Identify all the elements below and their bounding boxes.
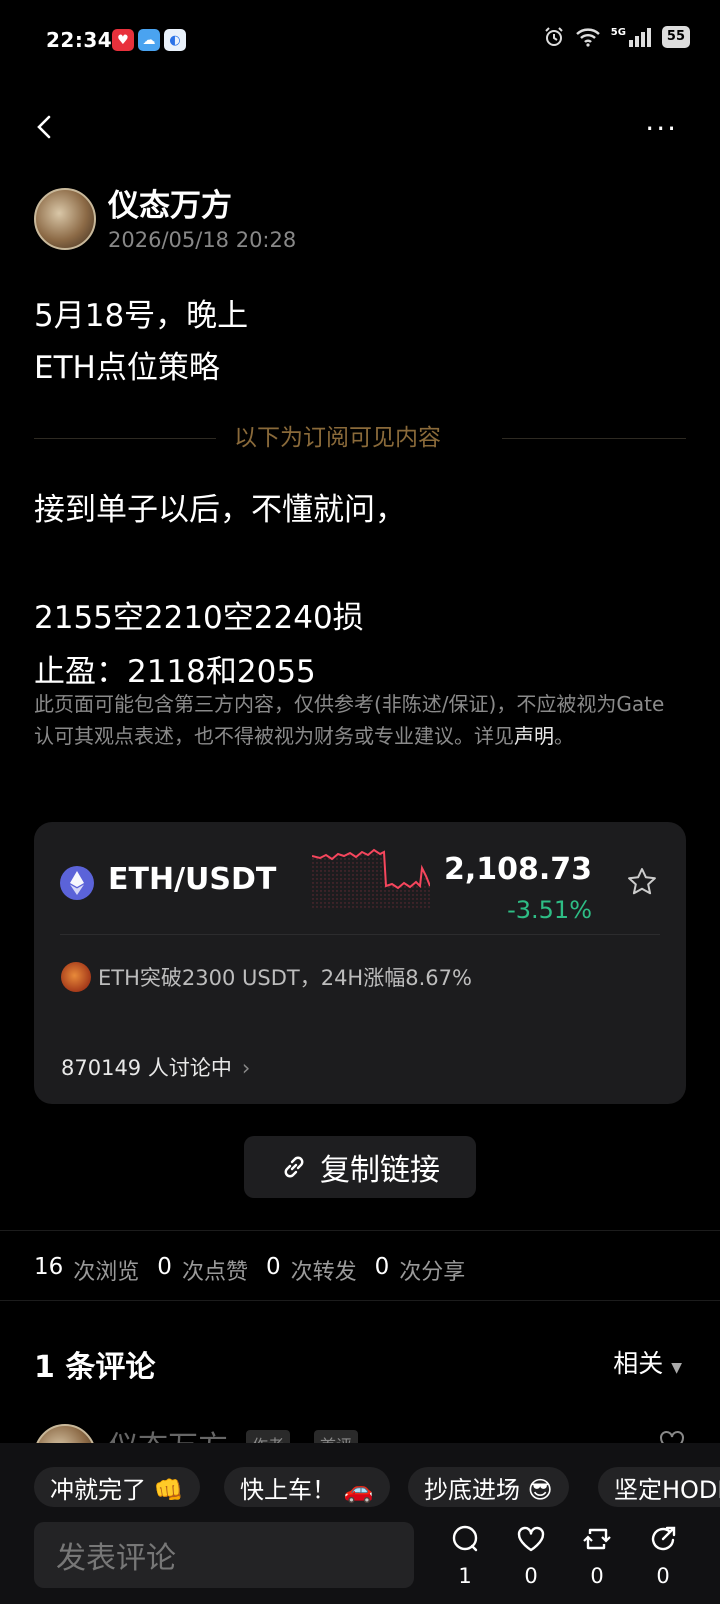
quick-reply-4[interactable]: 坚定HODL — [598, 1467, 720, 1507]
divider-left — [34, 438, 216, 439]
trading-pair: ETH/USDT — [108, 862, 277, 897]
repost-action-count: 0 — [590, 1564, 604, 1588]
star-icon[interactable] — [626, 866, 658, 898]
battery-indicator: 55 — [661, 26, 690, 48]
post-line-1: 5月18号，晚上 — [34, 298, 249, 334]
heart-icon — [517, 1526, 545, 1552]
disclaimer: 此页面可能包含第三方内容，仅供参考(非陈述/保证)，不应被视为Gate认可其观点… — [34, 688, 674, 752]
shares-count: 0 — [374, 1254, 390, 1280]
link-icon — [284, 1156, 304, 1178]
post-line-2: ETH点位策略 — [34, 350, 220, 386]
post-body-line-1: 接到单子以后，不懂就问， — [34, 492, 406, 528]
browser-notification-icon: ◐ — [164, 29, 186, 51]
author-name[interactable]: 仪态万方 — [108, 180, 232, 225]
comments-title: 1 条评论 — [34, 1350, 156, 1385]
disclaimer-link[interactable]: 声明 — [514, 724, 554, 748]
signal-icon — [628, 28, 651, 47]
like-action[interactable]: 0 — [506, 1524, 556, 1588]
comment-input[interactable]: 发表评论 — [34, 1522, 414, 1588]
comment-action[interactable]: 1 — [440, 1524, 490, 1588]
post-body-line-2: 2155空2210空2240损 — [34, 600, 364, 636]
network-type: 5G — [610, 26, 626, 38]
card-divider — [60, 934, 660, 935]
post-timestamp: 2026/05/18 20:28 — [108, 228, 297, 252]
share-action-count: 0 — [656, 1564, 670, 1588]
news-headline[interactable]: ETH突破2300 USDT，24H涨幅8.67% — [98, 962, 472, 992]
share-action[interactable]: 0 — [638, 1524, 688, 1588]
divider-right — [502, 438, 686, 439]
wifi-icon — [575, 28, 600, 47]
like-action-count: 0 — [524, 1564, 538, 1588]
chevron-right-icon: › — [241, 1056, 251, 1080]
quick-reply-2[interactable]: 快上车！ 🚗 — [224, 1467, 390, 1507]
price-sparkline — [312, 848, 430, 910]
repost-icon — [583, 1528, 611, 1550]
reposts-count: 0 — [265, 1254, 281, 1280]
last-price: 2,108.73 — [443, 852, 592, 887]
shares-label: 次分享 — [399, 1260, 466, 1285]
caret-down-icon: ▼ — [671, 1360, 682, 1376]
stats-divider-top — [0, 1230, 720, 1231]
status-time: 22:34 — [46, 28, 113, 52]
subscription-label: 以下为订阅可见内容 — [234, 425, 441, 451]
copy-link-button[interactable]: 复制链接 — [244, 1136, 476, 1198]
repost-action[interactable]: 0 — [572, 1524, 622, 1588]
likes-count: 0 — [157, 1254, 172, 1280]
comment-action-count: 1 — [458, 1564, 472, 1588]
post-body-line-3: 止盈：2118和2055 — [34, 654, 316, 690]
comment-icon — [452, 1525, 478, 1552]
likes-label: 次点赞 — [181, 1260, 248, 1285]
share-icon — [651, 1526, 676, 1551]
discussion-count[interactable]: 870149 人讨论中 › — [61, 1052, 250, 1082]
app-notification-icon: ♥ — [112, 29, 134, 51]
stats-divider-bottom — [0, 1300, 720, 1301]
copy-link-label: 复制链接 — [320, 1153, 440, 1188]
discussion-count-text: 870149 人讨论中 — [61, 1056, 232, 1080]
disclaimer-end: 。 — [554, 724, 574, 748]
status-indicators: 5G 55 — [543, 26, 690, 48]
alarm-icon — [545, 27, 563, 46]
views-label: 次浏览 — [73, 1260, 140, 1285]
reposts-label: 次转发 — [290, 1260, 357, 1285]
sort-label: 相关 — [613, 1349, 664, 1378]
post-stats: 16 次浏览 0 次点赞 0 次转发 0 次分享 — [34, 1254, 483, 1286]
price-change: -3.51% — [507, 896, 592, 924]
weather-notification-icon: ☁ — [138, 29, 160, 51]
comments-sort[interactable]: 相关 ▼ — [613, 1344, 682, 1380]
back-icon[interactable] — [30, 112, 60, 142]
quick-reply-1[interactable]: 冲就完了 👊 — [34, 1467, 200, 1507]
news-avatar — [61, 962, 91, 992]
author-avatar[interactable] — [34, 188, 96, 250]
views-count: 16 — [34, 1254, 64, 1280]
eth-icon — [60, 866, 94, 900]
more-icon[interactable]: ··· — [645, 115, 678, 143]
quick-reply-3[interactable]: 抄底进场 😎 — [408, 1467, 569, 1507]
